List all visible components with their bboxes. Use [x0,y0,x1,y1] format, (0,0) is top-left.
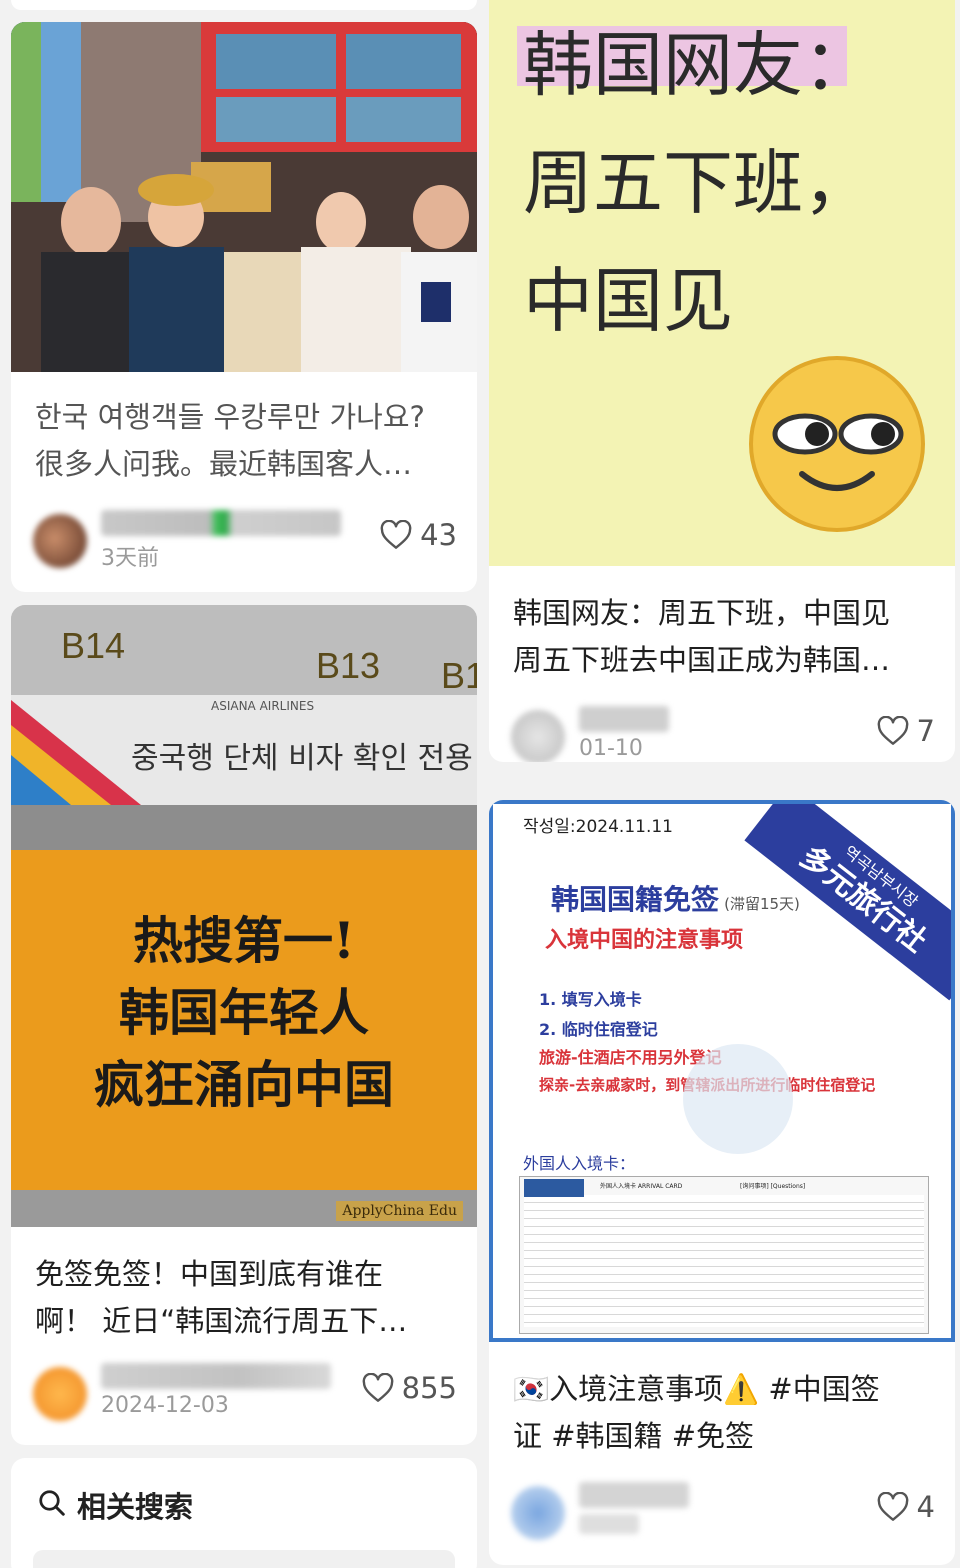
username-blurred[interactable] [579,706,669,732]
arrival-card-questions: [询问事项] [Questions] [740,1183,806,1190]
smiley-emoji-icon [749,356,925,532]
post-title-line: 免签免签！中国到底有谁在 [35,1257,384,1291]
post-card-1[interactable]: 한국 여행객들 우캉루만 가나요? 很多人问我。最近韩国客人… 3天前 43 [11,22,477,592]
arrival-card-title: 外国人入境卡 ARRIVAL CARD [600,1183,683,1190]
avatar[interactable] [511,1486,565,1540]
username-blurred[interactable] [579,1482,689,1508]
like-button[interactable]: 855 [362,1371,457,1405]
post-card-3[interactable]: B14 B13 B12 ASIANA AIRLINES 중국행 단체 비자 확인… [11,605,477,1445]
related-search-header[interactable]: 相关搜索 [37,1484,193,1526]
post-title-line: 啊！ 近日“韩国流行周五下… [35,1304,408,1338]
poster-line: 中国见 [523,260,733,342]
previous-card-edge [11,0,477,10]
poster-text: 韩国网友： 周五下班， 中国见 [523,6,873,360]
post-thumbnail-airport: B14 B13 B12 ASIANA AIRLINES 중국행 단체 비자 확인… [11,605,477,1227]
username-blurred[interactable] [101,1363,331,1389]
doc-date: 작성일:2024.11.11 [523,817,673,837]
post-title-line: 很多人问我。最近韩国客人… [35,447,413,481]
headline-line: 疯狂涌向中国 [94,1055,394,1114]
doc-item-1: 1. 填写入境卡 [539,990,642,1009]
post-meta: 3天前 43 [33,508,457,571]
post-title-line: 周五下班去中国正成为韩国… [513,643,891,677]
heart-icon [380,520,412,550]
like-count: 855 [401,1371,457,1405]
heart-icon [877,716,909,746]
avatar[interactable] [33,514,87,568]
post-card-2[interactable]: 韩国网友： 周五下班， 中国见 韩国网友：周五下班，中国见 周五下班去中国正成为… [489,0,955,762]
airline-logo-text: ASIANA AIRLINES [211,699,315,713]
like-count: 4 [916,1490,935,1524]
poster-line: 韩国网友： [523,24,873,106]
doc-logo-watermark [683,1044,793,1154]
korean-sign: 중국행 단체 비자 확인 전용 [131,741,473,776]
username-blurred-line2 [579,1514,639,1534]
post-meta: 2024-12-03 855 [33,1361,457,1421]
post-title-line: 证 #韩国籍 #免签 [513,1419,755,1453]
like-count: 7 [916,714,935,748]
post-thumbnail-poster: 韩国网友： 周五下班， 中国见 [489,0,955,566]
headline-line: 热搜第一! [133,911,355,970]
doc-title-text: 韩国国籍免签 [551,883,720,916]
username-blurred[interactable] [101,510,341,536]
arrival-card-lines [524,1195,924,1327]
related-search-card[interactable]: 相关搜索 [11,1458,477,1568]
like-button[interactable]: 43 [380,518,457,552]
post-title-line: 🇰🇷入境注意事项⚠️ #中国签 [513,1372,880,1406]
like-button[interactable]: 4 [877,1490,935,1524]
poster-line: 周五下班， [523,142,873,224]
like-count: 43 [420,518,457,552]
like-button[interactable]: 7 [877,714,935,748]
avatar[interactable] [511,710,565,762]
banner-headline: 热搜第一! 韩国年轻人 疯狂涌向中国 [11,905,477,1121]
post-title: 韩国网友：周五下班，中国见 周五下班去中国正成为韩国… [513,590,931,684]
related-search-label: 相关搜索 [77,1490,194,1524]
doc-title: 韩国国籍免签 (滞留15天) [551,878,800,918]
related-search-pill[interactable] [33,1550,455,1568]
heart-icon [362,1373,394,1403]
post-meta: 01-10 7 [511,704,935,762]
post-title: 免签免签！中国到底有谁在 啊！ 近日“韩国流行周五下… [35,1251,453,1345]
post-meta: 4 [511,1480,935,1540]
doc-card-label: 外国人入境卡： [523,1154,636,1173]
avatar[interactable] [33,1367,87,1421]
gate-sign-b12: B12 [441,655,477,696]
doc-item-2: 2. 临时住宿登记 [539,1020,658,1039]
post-card-4[interactable]: 작성일:2024.11.11 역곡남부시장 多元旅行社 韩国国籍免签 (滞留15… [489,800,955,1565]
headline-line: 韩国年轻人 [119,983,369,1042]
post-date: 3天前 [101,546,159,571]
search-icon [37,1488,67,1522]
post-title-line: 한국 여행객들 우캉루만 가나요? [35,400,425,434]
arrival-card-header [524,1179,584,1197]
post-thumbnail-restaurant [11,22,477,372]
gate-sign-b13: B13 [316,645,381,686]
post-title-line: 韩国网友：周五下班，中国见 [513,596,891,630]
heart-icon [877,1492,909,1522]
post-title: 한국 여행객들 우캉루만 가나요? 很多人问我。最近韩国客人… [35,394,453,488]
restaurant-photo [11,22,477,372]
post-date: 2024-12-03 [101,1393,229,1418]
watermark: ApplyChina Edu [336,1201,463,1221]
doc-title-note: (滞留15天) [724,895,800,913]
post-thumbnail-document: 작성일:2024.11.11 역곡남부시장 多元旅行社 韩国国籍免签 (滞留15… [489,800,955,1342]
gate-sign-b14: B14 [61,625,126,666]
arrival-card-image: 外国人入境卡 ARRIVAL CARD [询问事项] [Questions] [519,1176,929,1334]
doc-subtitle: 入境中国的注意事项 [545,928,744,953]
post-date: 01-10 [579,736,643,761]
post-title: 🇰🇷入境注意事项⚠️ #中国签 证 #韩国籍 #免签 [513,1366,931,1460]
